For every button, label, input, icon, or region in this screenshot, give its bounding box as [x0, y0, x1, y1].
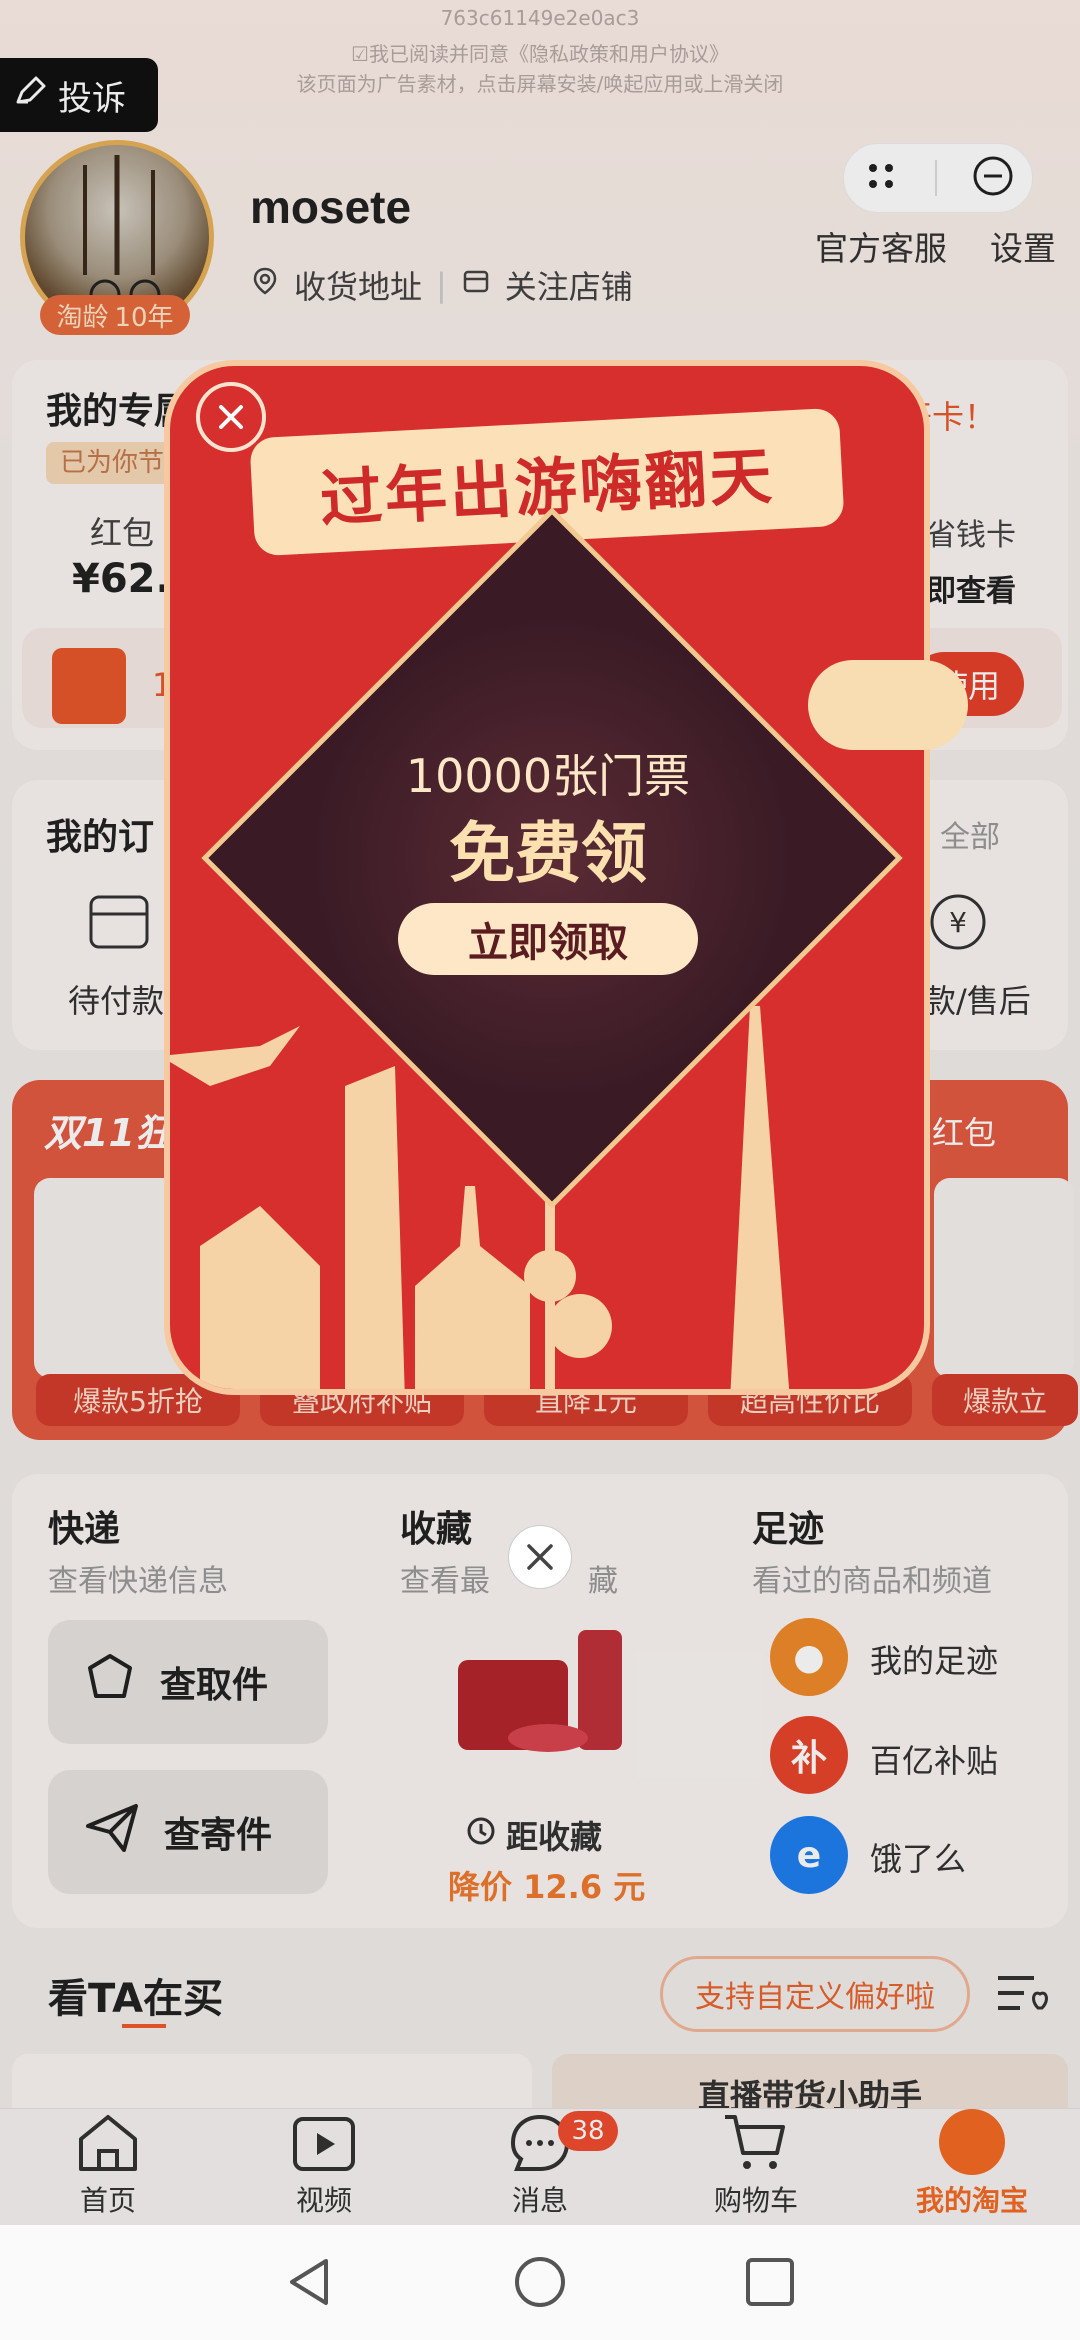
- recents-square-icon[interactable]: [744, 2256, 796, 2308]
- popup-line-1: 10000张门票: [405, 749, 691, 803]
- popup-close-button[interactable]: [196, 382, 266, 452]
- system-nav-bar: [0, 2225, 1080, 2340]
- ad-bottom-close-button[interactable]: [508, 1525, 572, 1589]
- popup-line-2: 免费领: [449, 815, 647, 892]
- home-circle-icon[interactable]: [512, 2254, 568, 2310]
- close-icon: [219, 405, 243, 429]
- close-icon: [527, 1544, 553, 1570]
- back-triangle-icon[interactable]: [284, 2255, 334, 2309]
- claim-now-button[interactable]: 立即领取: [398, 903, 698, 975]
- cloud-decoration: [808, 660, 968, 750]
